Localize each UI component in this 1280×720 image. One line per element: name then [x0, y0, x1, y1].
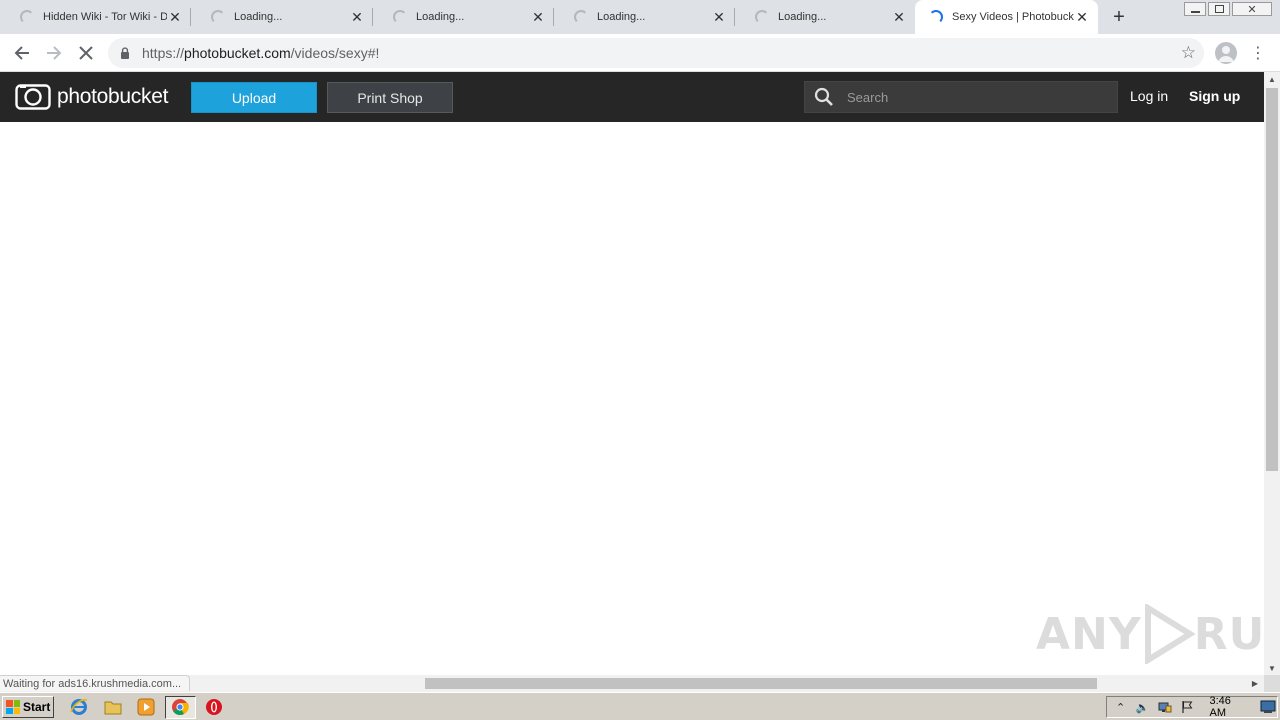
browser-tab[interactable]: Loading... ✕ — [191, 0, 373, 34]
logo-wordmark: photobucket — [57, 85, 169, 108]
url-path: /videos/sexy#! — [290, 45, 380, 61]
vertical-scroll-thumb[interactable] — [1266, 88, 1278, 471]
loading-spinner-icon — [393, 10, 407, 24]
loading-spinner-icon — [574, 10, 588, 24]
upload-button[interactable]: Upload — [191, 82, 317, 113]
lock-icon[interactable] — [120, 47, 130, 59]
camera-logo-icon — [15, 84, 51, 110]
tab-close-icon[interactable]: ✕ — [349, 9, 365, 25]
stop-loading-icon — [79, 46, 93, 60]
tab-title: Loading... — [778, 11, 827, 23]
anyrun-watermark: ANY RUN — [1036, 604, 1280, 664]
loading-spinner-icon — [211, 10, 225, 24]
tab-title: Hidden Wiki - Tor Wiki - D — [43, 11, 167, 23]
new-tab-button[interactable]: + — [1108, 6, 1130, 28]
browser-tab[interactable]: Loading... ✕ — [554, 0, 735, 34]
status-bubble: Waiting for ads16.krushmedia.com... — [0, 675, 191, 691]
browser-tab-strip: Hidden Wiki - Tor Wiki - D ✕ Loading... … — [0, 0, 1280, 34]
print-shop-button[interactable]: Print Shop — [327, 82, 453, 113]
browser-tab[interactable]: Loading... ✕ — [373, 0, 554, 34]
kebab-menu-icon[interactable]: ⋮ — [1250, 42, 1266, 64]
browser-tab-active[interactable]: Sexy Videos | Photobuck ✕ — [915, 0, 1098, 34]
bookmark-star-icon[interactable]: ☆ — [1181, 43, 1196, 63]
opera-icon[interactable] — [205, 698, 223, 716]
taskbar-clock[interactable]: 3:46 AM — [1210, 695, 1248, 719]
media-player-icon[interactable] — [137, 698, 155, 716]
forward-button[interactable] — [42, 41, 66, 65]
stop-loading-button[interactable] — [74, 41, 98, 65]
minimize-icon — [1190, 10, 1200, 13]
scroll-down-arrow-icon[interactable]: ▼ — [1264, 661, 1280, 675]
log-in-link[interactable]: Log in — [1130, 88, 1168, 104]
horizontal-scroll-thumb[interactable] — [425, 678, 1097, 689]
windows-flag-icon — [6, 700, 20, 714]
tab-close-icon[interactable]: ✕ — [530, 9, 546, 25]
profile-avatar-icon[interactable] — [1215, 42, 1237, 64]
system-tray: ⌃ 🔈 3:46 AM — [1106, 695, 1278, 719]
tab-title: Loading... — [597, 11, 646, 23]
windows-taskbar: Start ⌃ 🔈 3:46 AM — [0, 692, 1280, 720]
photobucket-header: photobucket Upload Print Shop Log in Sig… — [0, 72, 1264, 122]
internet-explorer-icon[interactable] — [70, 698, 88, 716]
forward-arrow-icon — [47, 46, 62, 60]
loading-spinner-icon — [755, 10, 769, 24]
tab-close-icon[interactable]: ✕ — [1074, 9, 1090, 25]
tab-title: Sexy Videos | Photobuck — [952, 11, 1074, 23]
photobucket-logo[interactable]: photobucket — [15, 84, 168, 110]
address-bar[interactable]: https://photobucket.com/videos/sexy#! ☆ — [108, 38, 1204, 68]
loading-spinner-icon — [20, 10, 34, 24]
browser-toolbar: https://photobucket.com/videos/sexy#! ☆ … — [0, 34, 1280, 72]
search-icon[interactable] — [809, 87, 839, 107]
close-window-button[interactable]: ✕ — [1232, 2, 1272, 16]
browser-tab[interactable]: Hidden Wiki - Tor Wiki - D ✕ — [0, 0, 191, 34]
page-viewport: photobucket Upload Print Shop Log in Sig… — [0, 72, 1264, 675]
start-button[interactable]: Start — [2, 696, 54, 718]
tab-title: Loading... — [234, 11, 283, 23]
chrome-icon[interactable] — [171, 698, 189, 716]
volume-icon[interactable]: 🔈 — [1134, 699, 1151, 715]
url-text[interactable]: https://photobucket.com/videos/sexy#! — [142, 45, 379, 61]
scrollbar-corner — [1264, 675, 1280, 692]
watermark-text-left: ANY — [1036, 608, 1142, 660]
tab-close-icon[interactable]: ✕ — [711, 9, 727, 25]
search-input[interactable] — [839, 82, 1117, 112]
network-icon[interactable] — [1156, 699, 1173, 715]
restore-window-button[interactable] — [1208, 2, 1230, 16]
start-label: Start — [23, 700, 51, 714]
restore-icon — [1214, 5, 1224, 13]
vertical-scrollbar[interactable]: ▲ ▼ — [1264, 72, 1280, 675]
back-arrow-icon — [14, 46, 29, 60]
play-triangle-icon — [1144, 604, 1196, 664]
sign-up-link[interactable]: Sign up — [1189, 88, 1240, 104]
action-center-flag-icon[interactable] — [1178, 699, 1195, 715]
url-scheme: https:// — [142, 45, 185, 61]
back-button[interactable] — [10, 41, 34, 65]
show-hidden-icons-icon[interactable]: ⌃ — [1112, 699, 1129, 715]
tab-close-icon[interactable]: ✕ — [891, 9, 907, 25]
loading-spinner-icon — [929, 10, 943, 24]
browser-tab[interactable]: Loading... ✕ — [735, 0, 915, 34]
scroll-up-arrow-icon[interactable]: ▲ — [1264, 72, 1280, 86]
close-icon: ✕ — [1247, 3, 1257, 16]
tab-title: Loading... — [416, 11, 465, 23]
minimize-window-button[interactable] — [1184, 2, 1206, 16]
tab-close-icon[interactable]: ✕ — [167, 9, 183, 25]
scroll-right-arrow-icon[interactable]: ▶ — [1248, 675, 1262, 692]
search-box — [804, 81, 1118, 113]
show-desktop-icon[interactable] — [1260, 699, 1277, 715]
folder-icon[interactable] — [104, 698, 122, 716]
url-host: photobucket.com — [184, 45, 291, 61]
